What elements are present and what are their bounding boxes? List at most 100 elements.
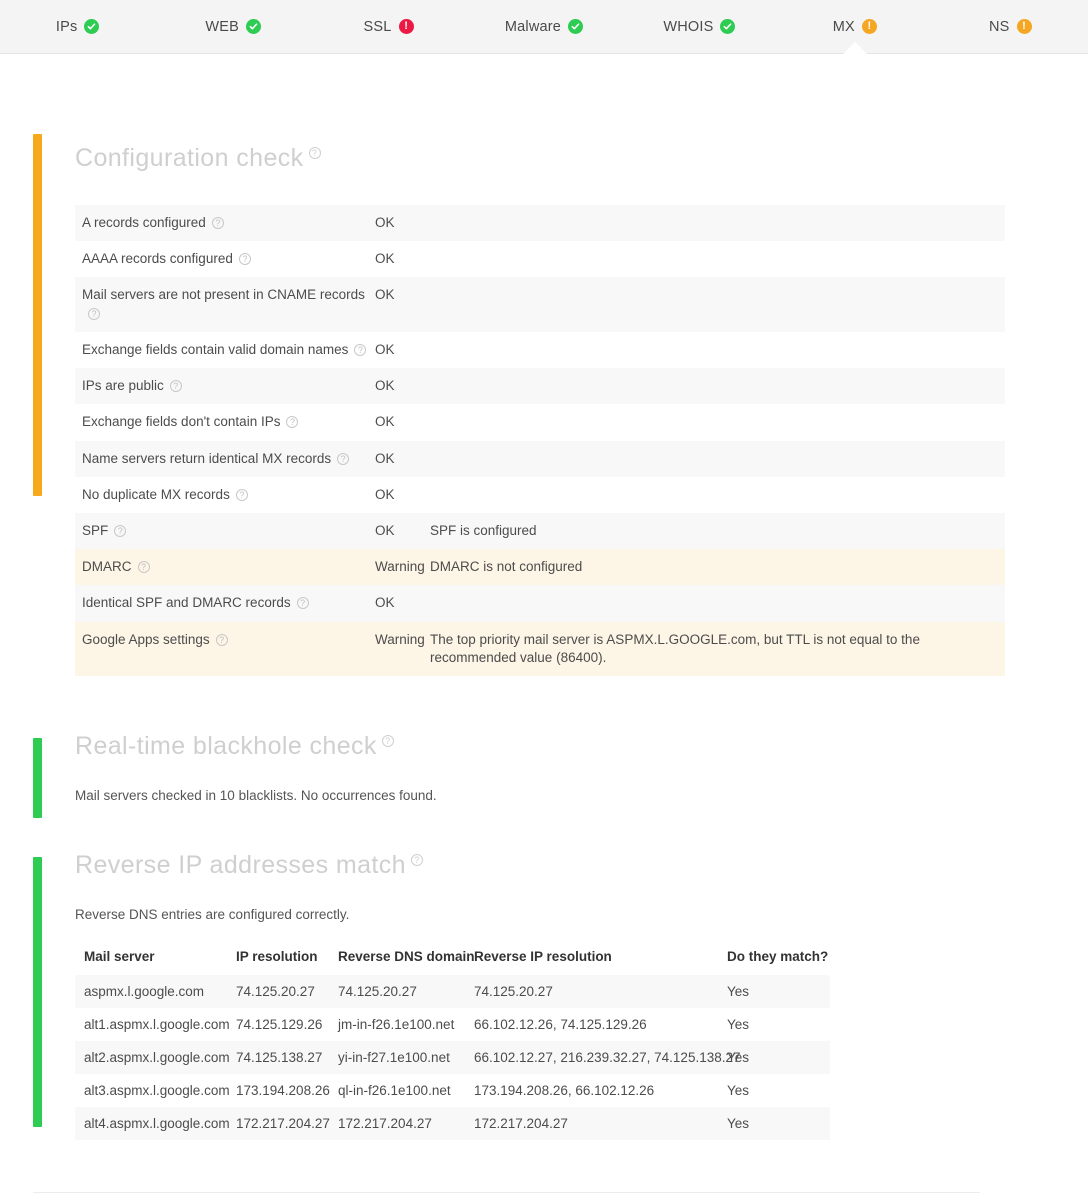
status-badge: OK	[375, 215, 395, 230]
reverse-ip-heading: Reverse IP addresses match?	[75, 852, 423, 878]
help-icon[interactable]: ?	[137, 561, 150, 574]
check-label: AAAA records configured	[82, 251, 233, 267]
check-label: SPF	[82, 522, 109, 538]
cell-mail-server: alt2.aspmx.l.google.com	[75, 1040, 230, 1074]
table-row: Mail servers are not present in CNAME re…	[75, 277, 1005, 332]
status-badge: OK	[375, 251, 395, 267]
check-label: No duplicate MX records	[82, 486, 230, 502]
cell-match: Yes	[718, 1106, 830, 1140]
help-icon[interactable]: ?	[296, 597, 309, 610]
check-circle-icon	[720, 19, 736, 34]
column-header: Reverse IP resolution	[474, 948, 612, 964]
check-detail: SPF is configured	[430, 522, 537, 538]
help-icon[interactable]: ?	[286, 416, 299, 429]
tab-ns[interactable]: NS!	[933, 0, 1088, 54]
check-label-cell: AAAA records configured?	[75, 241, 375, 277]
tab-ips[interactable]: IPs	[0, 0, 155, 54]
check-circle-icon	[245, 19, 261, 34]
check-label-cell: Mail servers are not present in CNAME re…	[75, 277, 375, 331]
cell-ip-resolution: 74.125.20.27	[227, 974, 329, 1008]
table-row: AAAA records configured? OK	[75, 241, 1005, 278]
cell-reverse-dns-domain: yi-in-f27.1e100.net	[329, 1040, 465, 1074]
tab-ssl[interactable]: SSL!	[311, 0, 466, 54]
table-row: SPF? OK SPF is configured	[75, 512, 1005, 550]
check-label: IPs are public	[82, 378, 164, 394]
page-content: Configuration check? A records configure…	[0, 54, 1088, 1193]
cell-match: Yes	[727, 1016, 750, 1032]
help-icon[interactable]: ?	[410, 853, 423, 866]
check-label-cell: No duplicate MX records?	[75, 477, 375, 513]
column-header: Reverse DNS domain	[338, 948, 475, 964]
check-label: Exchange fields contain valid domain nam…	[82, 341, 349, 357]
blackhole-check-title: Real-time blackhole check	[75, 732, 377, 761]
check-label: Name servers return identical MX records	[82, 450, 332, 466]
help-icon[interactable]: ?	[169, 380, 182, 393]
help-icon[interactable]: ?	[308, 147, 321, 159]
configuration-check-section: Configuration check? A records configure…	[0, 54, 1088, 677]
cell-reverse-dns-domain: 172.217.204.27	[329, 1106, 465, 1140]
status-badge: OK	[375, 414, 395, 430]
cell-reverse-ip-resolution: 66.102.12.26, 74.125.129.26	[474, 1016, 647, 1032]
help-icon[interactable]: ?	[337, 452, 350, 465]
column-header: Mail server	[84, 948, 155, 964]
check-label: A records configured	[82, 215, 206, 230]
tab-label: WHOIS	[663, 18, 714, 35]
section-accent-bar	[33, 738, 42, 819]
check-label: DMARC	[82, 559, 132, 575]
help-icon[interactable]: ?	[114, 524, 127, 537]
reverse-ip-section: Reverse IP addresses match? Reverse DNS …	[0, 852, 1088, 1140]
cell-ip-resolution: 172.217.204.27	[227, 1106, 330, 1140]
check-label-cell: Name servers return identical MX records…	[75, 441, 375, 477]
status-badge: OK	[375, 287, 395, 303]
reverse-ip-table: Mail server IP resolution Reverse DNS doma…	[75, 949, 830, 1140]
tab-mx[interactable]: MX!	[777, 0, 932, 55]
table-row: Exchange fields contain valid domain nam…	[75, 331, 1005, 369]
check-label: Mail servers are not present in CNAME re…	[82, 287, 365, 303]
check-label-cell: DMARC?	[75, 549, 375, 585]
tab-malware[interactable]: Malware	[466, 0, 621, 54]
help-icon[interactable]: ?	[238, 253, 251, 266]
status-badge: OK	[375, 486, 395, 502]
cell-reverse-dns-domain: jm-in-f26.1e100.net	[338, 1016, 455, 1032]
check-detail	[430, 332, 1005, 368]
status-tab-bar: IPs WEB SSL! Malware WHOIS MX! NS!	[0, 0, 1088, 55]
configuration-check-table: A records configured? OK AAAA records conf…	[75, 205, 1005, 677]
cell-reverse-dns-domain: ql-in-f26.1e100.net	[338, 1082, 451, 1098]
cell-match: Yes	[718, 974, 830, 1008]
table-row: alt4.aspmx.l.google.com 172.217.204.27 172…	[75, 1106, 830, 1140]
cell-mail-server: alt1.aspmx.l.google.com	[84, 1016, 230, 1032]
reverse-ip-note: Reverse DNS entries are configured corre…	[75, 906, 350, 922]
help-icon[interactable]: ?	[381, 735, 394, 748]
check-detail	[430, 477, 1005, 513]
tab-whois[interactable]: WHOIS	[622, 0, 777, 54]
tab-web[interactable]: WEB	[155, 0, 310, 54]
table-row: Name servers return identical MX records…	[75, 440, 1005, 477]
active-tab-pointer	[841, 41, 868, 55]
check-label-cell: SPF?	[75, 513, 375, 549]
status-badge: Warning	[375, 559, 425, 575]
help-icon[interactable]: ?	[354, 343, 367, 356]
tab-label: Malware	[504, 18, 562, 35]
help-icon[interactable]: ?	[88, 307, 100, 320]
configuration-check-title: Configuration check	[75, 144, 304, 172]
tab-label: NS	[988, 18, 1010, 35]
check-detail	[430, 205, 1005, 241]
check-detail	[430, 241, 1005, 277]
help-icon[interactable]: ?	[215, 633, 228, 646]
tab-label: MX	[832, 18, 855, 35]
table-row: IPs are public? OK	[75, 368, 1005, 405]
help-icon[interactable]: ?	[211, 217, 224, 229]
tab-label: WEB	[205, 18, 239, 35]
cell-match: Yes	[718, 1040, 830, 1074]
warning-circle-icon: !	[861, 19, 877, 34]
check-detail	[430, 368, 1005, 404]
cell-ip-resolution: 74.125.138.27	[227, 1040, 329, 1074]
blackhole-check-section: Real-time blackhole check? Mail servers …	[0, 732, 1088, 819]
table-row: aspmx.l.google.com 74.125.20.27 74.125.20.…	[75, 974, 830, 1008]
table-row: No duplicate MX records? OK	[75, 476, 1005, 513]
check-label-cell: IPs are public?	[75, 368, 375, 404]
cell-reverse-ip-resolution: 173.194.208.26, 66.102.12.26	[474, 1082, 655, 1098]
help-icon[interactable]: ?	[235, 488, 248, 501]
status-badge: OK	[375, 341, 395, 357]
cell-reverse-ip-resolution: 74.125.20.27	[465, 974, 718, 1008]
